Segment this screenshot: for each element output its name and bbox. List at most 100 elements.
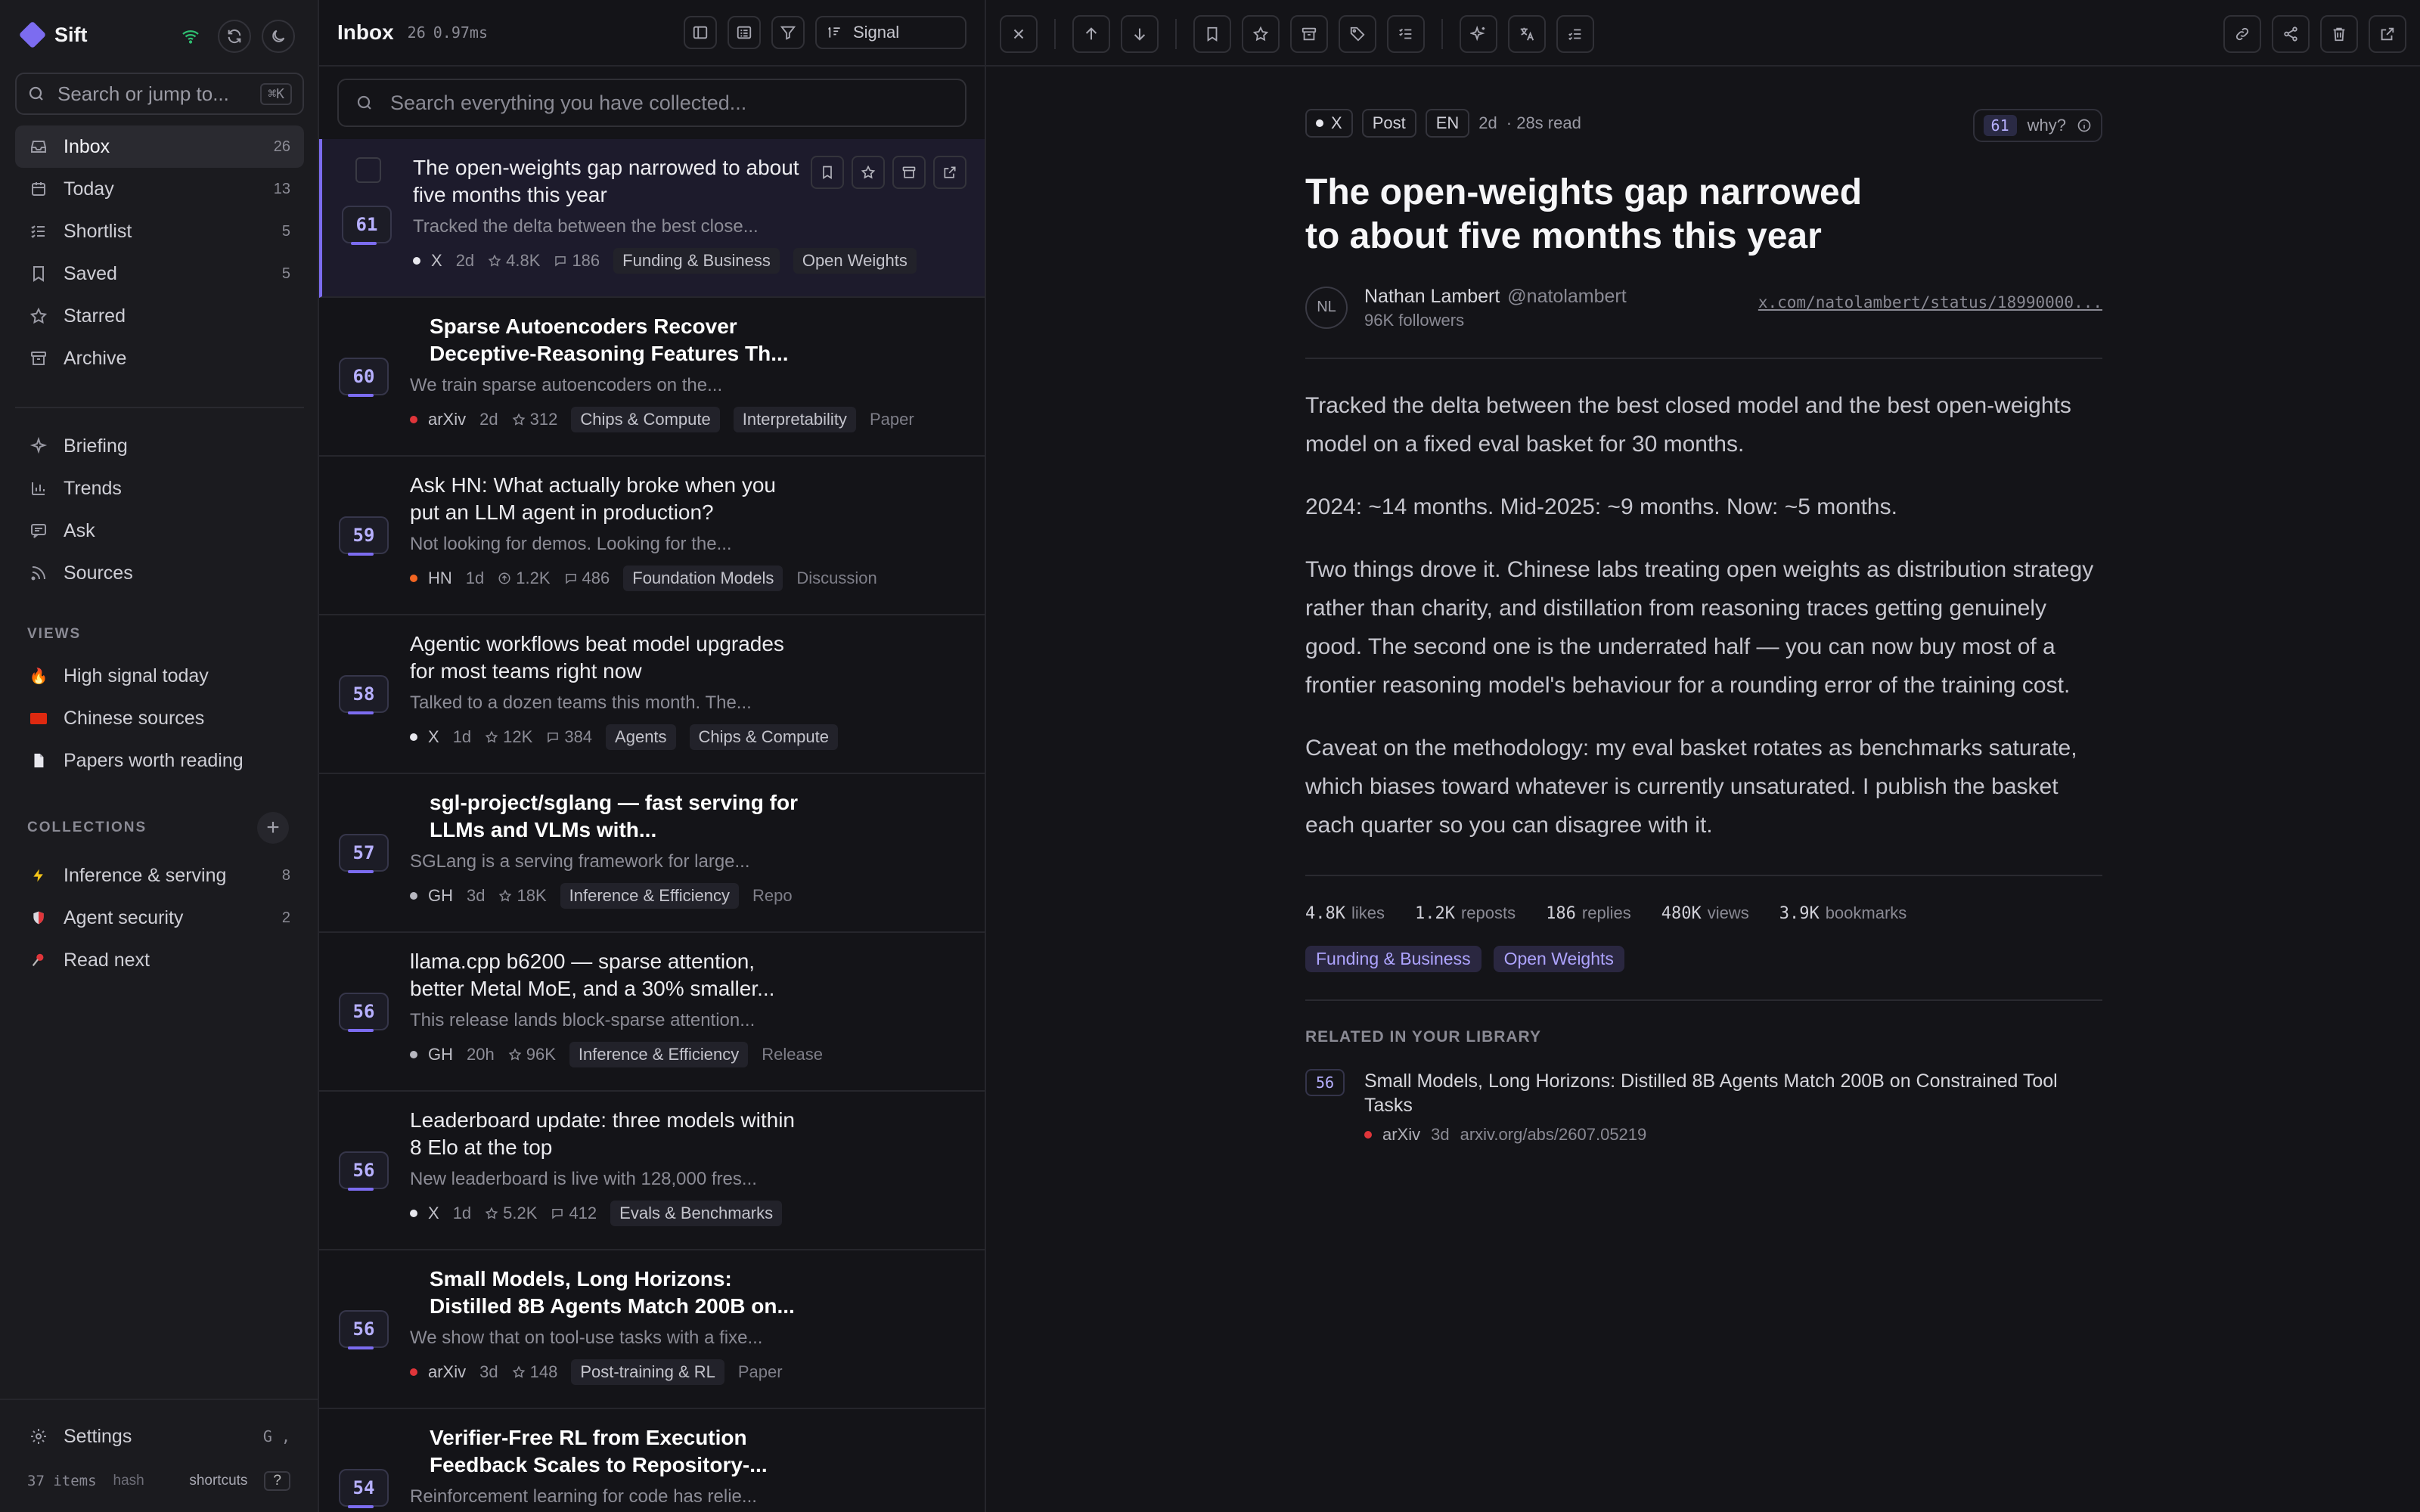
list-check-icon: [29, 222, 48, 240]
item-source: GH: [410, 1045, 453, 1064]
archive-button[interactable]: [892, 156, 926, 189]
item-meta: HN 1d 1.2K 486 Foundation Models Discussion: [410, 565, 877, 591]
signal-score: 57: [339, 834, 389, 873]
item-snippet: Tracked the delta between the best close…: [413, 216, 759, 237]
item-title: Agentic workflows beat model upgrades fo…: [410, 632, 784, 683]
why-score-button[interactable]: 61 why?: [1972, 109, 2102, 142]
related-label: RELATED IN YOUR LIBRARY: [1305, 1028, 1541, 1046]
star-icon: [488, 254, 501, 268]
sidebar-item-sources[interactable]: Sources: [15, 552, 304, 594]
sidebar-item-briefing[interactable]: Briefing: [15, 425, 304, 467]
help-key[interactable]: ?: [264, 1471, 290, 1491]
stat-stars: 4.8K: [488, 251, 540, 271]
tag-chip[interactable]: Chips & Compute: [689, 724, 838, 750]
star-button[interactable]: [852, 156, 885, 189]
list-item[interactable]: 56 Leaderboard update: three models with…: [319, 1092, 985, 1250]
sidebar-item-label: Inference & serving: [64, 864, 227, 886]
sidebar-item-archive[interactable]: Archive: [15, 337, 304, 380]
refresh-icon[interactable]: [218, 20, 251, 53]
sidebar-item-collection[interactable]: Inference & serving 8: [15, 854, 304, 897]
share-button[interactable]: [2272, 15, 2310, 53]
source-url-link[interactable]: x.com/natolambert/status/18990000...: [1754, 293, 2102, 311]
list-item[interactable]: 54 Verifier-Free RL from Execution Feedb…: [319, 1409, 985, 1512]
sidebar-item-collection[interactable]: Read next: [15, 939, 304, 981]
star-icon: [485, 1207, 498, 1220]
sidebar-search[interactable]: Search or jump to... ⌘K: [15, 73, 304, 115]
list-item[interactable]: 59 Ask HN: What actually broke when you …: [319, 457, 985, 615]
sidebar-item-label: Starred: [64, 305, 126, 327]
tag-chip[interactable]: Foundation Models: [623, 565, 783, 591]
sidebar-item-label: Archive: [64, 347, 127, 369]
item-title: Small Models, Long Horizons: Distilled 8…: [430, 1266, 815, 1320]
open-external-button[interactable]: [2369, 15, 2406, 53]
moon-icon[interactable]: [262, 20, 295, 53]
sidebar-item-trends[interactable]: Trends: [15, 467, 304, 510]
list-search[interactable]: Search everything you have collected...: [337, 79, 966, 127]
close-button[interactable]: [1000, 15, 1038, 53]
tag-chip[interactable]: Evals & Benchmarks: [610, 1201, 783, 1226]
sidebar-item-starred[interactable]: Starred: [15, 295, 304, 337]
tag-chip[interactable]: Open Weights: [1493, 946, 1624, 972]
item-title: llama.cpp b6200 — sparse attention, bett…: [410, 950, 775, 1000]
list-item[interactable]: 58 Agentic workflows beat model upgrades…: [319, 615, 985, 774]
layout-toggle-button[interactable]: [684, 16, 717, 49]
source-pill[interactable]: X: [1305, 109, 1353, 138]
list-item[interactable]: 56 Small Models, Long Horizons: Distille…: [319, 1250, 985, 1409]
sort-select[interactable]: Signal: [815, 16, 966, 49]
save-button[interactable]: [1193, 15, 1231, 53]
sidebar-item-label: Ask: [64, 519, 95, 541]
brand[interactable]: Sift: [18, 20, 88, 50]
translate-button[interactable]: [1508, 15, 1546, 53]
sidebar-item-settings[interactable]: Settings G ,: [15, 1415, 304, 1458]
item-kind: Release: [762, 1045, 823, 1064]
sparkle-icon: [29, 437, 48, 455]
related-item[interactable]: 56 Small Models, Long Horizons: Distille…: [1305, 1069, 2102, 1145]
sidebar: Sift Search or jump to... ⌘K Inbox 26 To…: [0, 0, 319, 1512]
sidebar-item-inbox[interactable]: Inbox 26: [15, 125, 304, 168]
item-count: 37 items: [27, 1473, 97, 1489]
sidebar-item-view[interactable]: Chinese sources: [15, 697, 304, 739]
density-button[interactable]: [728, 16, 761, 49]
tag-chip[interactable]: Inference & Efficiency: [569, 1042, 749, 1067]
archive-button[interactable]: [1290, 15, 1328, 53]
comment-icon: [551, 1207, 564, 1220]
tag-chip[interactable]: Interpretability: [733, 407, 856, 432]
sidebar-item-saved[interactable]: Saved 5: [15, 253, 304, 295]
article-age: 2d: [1478, 113, 1497, 132]
list-item[interactable]: 60 Sparse Autoencoders Recover Deceptive…: [319, 298, 985, 457]
tag-chip[interactable]: Funding & Business: [1305, 946, 1481, 972]
tag-chip[interactable]: Agents: [606, 724, 676, 750]
sidebar-item-today[interactable]: Today 13: [15, 168, 304, 210]
open-external-button[interactable]: [933, 156, 966, 189]
sidebar-item-collection[interactable]: Agent security 2: [15, 897, 304, 939]
tag-button[interactable]: [1339, 15, 1376, 53]
add-collection-button[interactable]: +: [257, 812, 289, 844]
copy-link-button[interactable]: [2223, 15, 2261, 53]
sidebar-item-view[interactable]: Papers worth reading: [15, 739, 304, 782]
list-item[interactable]: 61 The open-weights gap narrowed to abou…: [319, 139, 985, 298]
next-button[interactable]: [1121, 15, 1159, 53]
shortcuts-label[interactable]: shortcuts: [189, 1473, 247, 1489]
tag-chip[interactable]: Chips & Compute: [571, 407, 720, 432]
star-button[interactable]: [1242, 15, 1280, 53]
sidebar-item-shortlist[interactable]: Shortlist 5: [15, 210, 304, 253]
delete-button[interactable]: [2320, 15, 2358, 53]
author-name[interactable]: Nathan Lambert: [1364, 286, 1500, 307]
related-url: arxiv.org/abs/2607.05219: [1460, 1125, 1647, 1144]
sidebar-item-view[interactable]: 🔥 High signal today: [15, 655, 304, 697]
filter-button[interactable]: [771, 16, 805, 49]
save-button[interactable]: [811, 156, 844, 189]
list-item[interactable]: 56 llama.cpp b6200 — sparse attention, b…: [319, 933, 985, 1092]
tag-chip[interactable]: Inference & Efficiency: [560, 883, 740, 909]
sidebar-item-ask[interactable]: Ask: [15, 510, 304, 552]
tag-chip[interactable]: Post-training & RL: [571, 1359, 724, 1385]
summarize-button[interactable]: [1460, 15, 1497, 53]
tag-chip[interactable]: Open Weights: [793, 248, 917, 274]
tag-chip[interactable]: Funding & Business: [613, 248, 780, 274]
shortlist-button[interactable]: [1387, 15, 1425, 53]
stat-reposts: 1.2K reposts: [1415, 903, 1516, 923]
previous-button[interactable]: [1072, 15, 1110, 53]
select-checkbox[interactable]: [355, 157, 381, 183]
list-item[interactable]: 57 sgl-project/sglang — fast serving for…: [319, 774, 985, 933]
checklist-button[interactable]: [1556, 15, 1594, 53]
